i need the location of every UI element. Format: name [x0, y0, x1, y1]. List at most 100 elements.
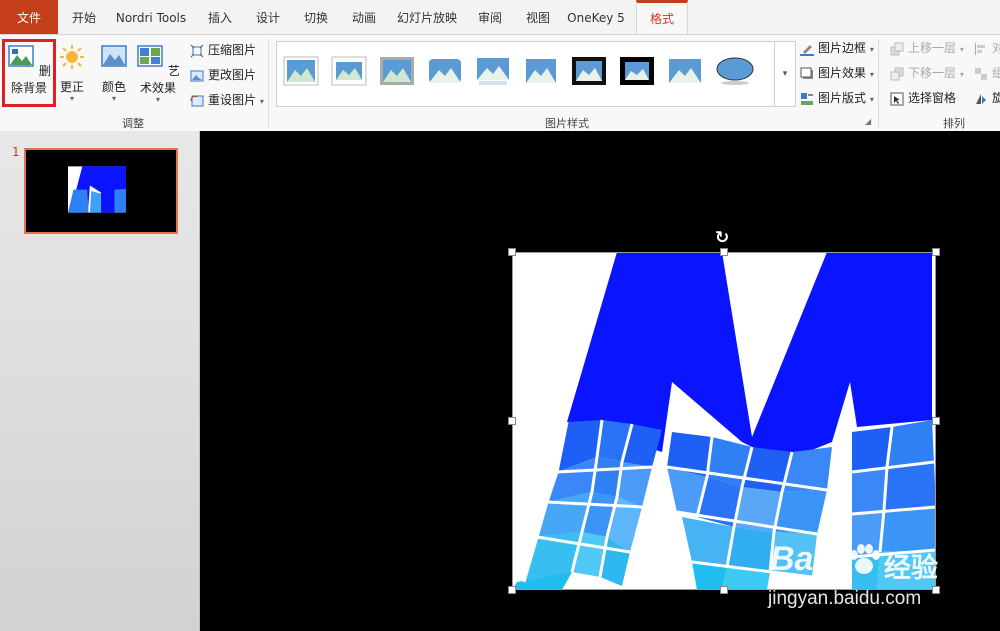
send-backward-button[interactable]: 下移一层 ▾: [890, 62, 964, 84]
style-thumbnail-2[interactable]: [331, 56, 367, 86]
tab-slide-show[interactable]: 幻灯片放映: [392, 0, 462, 34]
style-thumbnail-6[interactable]: [523, 56, 559, 86]
picture-effects-icon: [800, 67, 813, 79]
change-picture-icon: [190, 70, 204, 81]
send-backward-label: 下移一层: [908, 66, 957, 80]
send-backward-icon: [890, 67, 904, 80]
chevron-down-icon: ▾: [69, 94, 74, 103]
chevron-down-icon: ▾: [959, 70, 964, 79]
resize-handle-bottom-right[interactable]: [932, 586, 940, 594]
picture-effects-label: 图片效果: [818, 66, 867, 80]
group-button[interactable]: 组: [974, 62, 1000, 84]
bring-forward-button[interactable]: 上移一层 ▾: [890, 37, 964, 59]
bring-forward-icon: [890, 42, 904, 55]
group-icon: [975, 67, 987, 80]
resize-handle-top-left[interactable]: [508, 248, 516, 256]
tab-nordri-tools[interactable]: Nordri Tools: [110, 0, 192, 34]
picture-layout-icon: [801, 92, 813, 105]
gallery-more-button[interactable]: ▾: [774, 42, 795, 106]
style-thumbnail-4[interactable]: [427, 56, 463, 86]
picture-layout-label: 图片版式: [818, 91, 867, 105]
picture-layout-button[interactable]: 图片版式 ▾: [800, 87, 874, 109]
artistic-effects-icon: [137, 45, 163, 67]
ribbon: 删除背景 更正 ▾ 颜色 ▾ 艺术效果 ▾ 压缩图片 更改图片 重设图片 ▾ 调…: [0, 34, 1000, 132]
selection-pane-button[interactable]: 选择窗格: [890, 87, 956, 109]
style-thumbnail-9[interactable]: [667, 56, 703, 86]
style-thumbnail-1[interactable]: [283, 56, 319, 86]
rotate-handle-icon[interactable]: ↻: [715, 228, 729, 248]
rotate-icon: [976, 93, 986, 104]
compress-label: 压缩图片: [208, 43, 257, 57]
pen-border-icon: [800, 44, 814, 56]
group-separator: [878, 39, 879, 127]
chevron-down-icon: ▾: [869, 70, 874, 79]
chevron-down-icon: ▾: [869, 45, 874, 54]
picture-effects-button[interactable]: 图片效果 ▾: [800, 62, 874, 84]
chevron-down-icon: ▾: [259, 97, 264, 106]
slide-thumbnail-picture: [68, 166, 126, 213]
style-thumbnail-8[interactable]: [619, 56, 655, 86]
resize-handle-bottom[interactable]: [720, 586, 728, 594]
compress-pictures-button[interactable]: 压缩图片: [190, 39, 256, 61]
paw-logo-icon: [850, 544, 880, 574]
tab-home[interactable]: 开始: [62, 0, 106, 34]
style-thumbnail-10[interactable]: [715, 56, 755, 86]
tab-file[interactable]: 文件: [0, 0, 58, 34]
tab-review[interactable]: 审阅: [468, 0, 512, 34]
corrections-label: 更正: [59, 80, 84, 94]
tab-format[interactable]: 格式: [636, 0, 688, 34]
slide-thumbnail[interactable]: [24, 148, 178, 234]
align-label: 对: [992, 41, 1000, 55]
change-picture-label: 更改图片: [208, 68, 257, 82]
selection-pane-label: 选择窗格: [908, 91, 957, 105]
artistic-effects-button[interactable]: 艺术效果 ▾: [134, 39, 182, 104]
tab-design[interactable]: 设计: [246, 0, 290, 34]
tab-transitions[interactable]: 切换: [294, 0, 338, 34]
resize-handle-bottom-left[interactable]: [508, 586, 516, 594]
chevron-down-icon: ▾: [782, 69, 788, 79]
style-thumbnail-7[interactable]: [571, 56, 607, 86]
watermark-brand-cn: 经验: [884, 553, 938, 583]
resize-handle-top-right[interactable]: [932, 248, 940, 256]
chevron-down-icon: ▾: [155, 95, 160, 104]
resize-handle-right[interactable]: [932, 417, 940, 425]
tab-animations[interactable]: 动画: [342, 0, 386, 34]
group-label-arrange: 排列: [943, 117, 965, 130]
color-button[interactable]: 颜色 ▾: [98, 39, 130, 103]
color-label: 颜色: [101, 80, 126, 94]
change-picture-button[interactable]: 更改图片: [190, 64, 256, 86]
corrections-button[interactable]: 更正 ▾: [58, 39, 86, 103]
chevron-down-icon: ▾: [959, 45, 964, 54]
annotation-highlight-box: [2, 39, 56, 107]
picture-color-icon: [101, 45, 127, 67]
reset-picture-icon: [190, 95, 204, 106]
group-label-adjust: 调整: [122, 117, 144, 130]
resize-handle-left[interactable]: [508, 417, 516, 425]
style-thumbnail-5[interactable]: [475, 56, 511, 86]
tab-view[interactable]: 视图: [516, 0, 560, 34]
reset-picture-button[interactable]: 重设图片 ▾: [190, 89, 264, 111]
align-button[interactable]: 对: [974, 37, 1000, 59]
tab-onekey[interactable]: OneKey 5: [564, 0, 628, 34]
rotate-button[interactable]: 旋: [974, 87, 1000, 109]
group-separator: [268, 39, 269, 127]
sun-icon: [60, 45, 84, 69]
style-thumbnail-3[interactable]: [379, 56, 415, 86]
align-icon: [975, 42, 985, 55]
dialog-launcher-icon[interactable]: ◢: [865, 117, 871, 126]
watermark-brand: Bai: [770, 540, 823, 578]
group-label: 组: [992, 66, 1000, 80]
ribbon-tab-bar: 文件 开始 Nordri Tools 插入 设计 切换 动画 幻灯片放映 审阅 …: [0, 0, 1000, 34]
reset-picture-label: 重设图片: [208, 93, 257, 107]
group-label-picture-styles: 图片样式: [545, 117, 589, 130]
picture-border-label: 图片边框: [818, 41, 867, 55]
slide-number: 1: [12, 145, 20, 159]
resize-handle-top[interactable]: [720, 248, 728, 256]
bring-forward-label: 上移一层: [908, 41, 957, 55]
rotate-label: 旋: [992, 91, 1000, 105]
picture-styles-gallery[interactable]: ▾: [276, 41, 796, 107]
chevron-down-icon: ▾: [869, 95, 874, 104]
picture-border-button[interactable]: 图片边框 ▾: [800, 37, 874, 59]
slide-thumbnail-pane[interactable]: 1: [0, 131, 200, 631]
tab-insert[interactable]: 插入: [198, 0, 242, 34]
